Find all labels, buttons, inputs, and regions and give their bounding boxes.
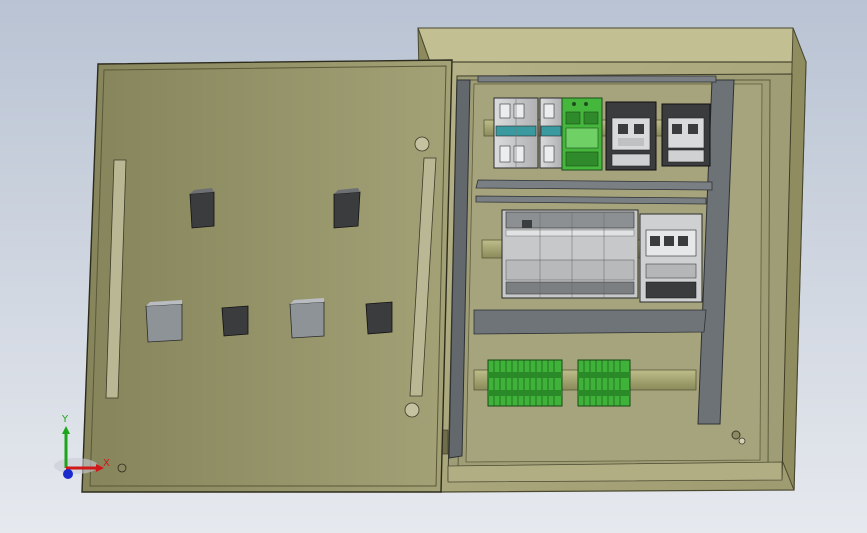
plc-module[interactable]	[501, 209, 639, 299]
door-switch-3[interactable]	[289, 298, 325, 339]
contactor-1[interactable]	[605, 101, 657, 171]
y-axis-label: Y	[62, 414, 69, 425]
door-ground-stud	[117, 463, 127, 473]
x-axis-label: X	[103, 458, 110, 469]
circuit-breakers[interactable]	[493, 97, 563, 169]
door-indicator-2[interactable]	[333, 188, 361, 229]
door-switch-2[interactable]	[221, 305, 249, 337]
z-axis-dot	[63, 469, 73, 479]
terminal-block-group-1[interactable]	[487, 359, 563, 407]
overload-contactor[interactable]	[639, 213, 703, 303]
cad-viewport[interactable]: Y X	[0, 0, 867, 533]
door-hole-top	[414, 136, 430, 152]
door-switch-1[interactable]	[145, 300, 183, 343]
door-hole-bottom	[404, 402, 420, 418]
terminal-block-group-2[interactable]	[577, 359, 631, 407]
green-relay[interactable]	[561, 97, 603, 171]
door-indicator-1[interactable]	[189, 188, 215, 229]
enclosure-model[interactable]	[0, 0, 867, 533]
door-switch-4[interactable]	[365, 301, 393, 335]
contactor-2[interactable]	[661, 103, 711, 167]
enclosure-door[interactable]	[81, 59, 453, 493]
